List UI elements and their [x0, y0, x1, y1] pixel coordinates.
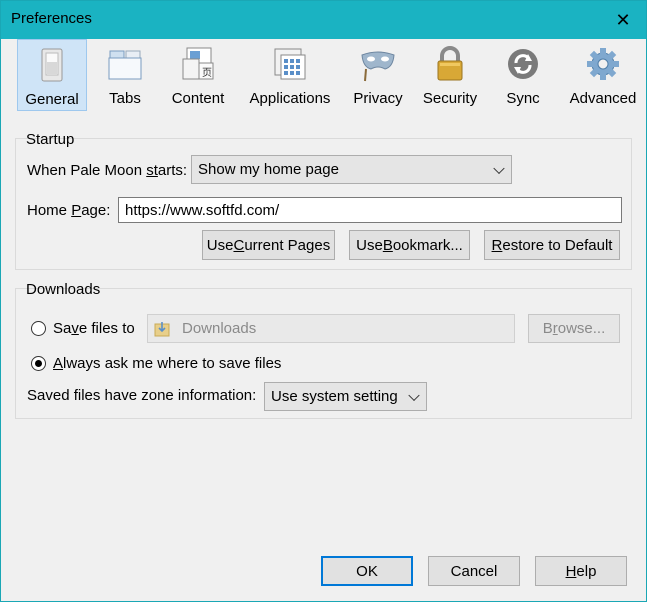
cancel-button[interactable]: Cancel [428, 556, 520, 586]
svg-text:页: 页 [202, 67, 212, 79]
home-page-label: Home Page: [27, 202, 111, 219]
zone-information-select[interactable]: Use system setting [264, 382, 427, 411]
use-bookmark-button[interactable]: Use Bookmark... [349, 230, 470, 260]
sync-icon [508, 49, 538, 79]
save-files-to-label: Save files to [53, 320, 135, 337]
tab-content[interactable]: 页 Content [167, 39, 229, 111]
padlock-icon [437, 46, 463, 81]
general-icon [41, 48, 63, 82]
preferences-toolbar: General Tabs 页 Content Applications Priv… [1, 39, 646, 111]
tabs-icon [108, 50, 142, 80]
startup-select[interactable]: Show my home page [191, 155, 512, 184]
title-bar: Preferences ✕ [1, 1, 646, 39]
tab-general[interactable]: General [17, 39, 87, 111]
browse-button[interactable]: Br owse... [528, 314, 620, 343]
restore-to-default-button[interactable]: Restore to Default [484, 230, 620, 260]
tab-applications[interactable]: Applications [243, 39, 337, 111]
zone-information-label: Saved files have zone information: [27, 387, 257, 404]
window-title: Preferences [11, 10, 92, 27]
startup-select-value: Show my home page [198, 161, 339, 178]
download-folder-icon [154, 321, 170, 336]
tab-advanced-label: Advanced [569, 90, 637, 107]
tab-privacy-label: Privacy [353, 90, 403, 107]
home-page-input[interactable]: https://www.softfd.com/ [118, 197, 622, 223]
chevron-down-icon [493, 162, 505, 174]
tab-tabs[interactable]: Tabs [95, 39, 155, 111]
tab-applications-label: Applications [249, 90, 331, 107]
save-files-to-radio[interactable] [31, 321, 46, 336]
applications-icon [274, 48, 306, 80]
downloads-group-label: Downloads [26, 281, 101, 298]
gear-icon [587, 48, 619, 80]
home-page-value: https://www.softfd.com/ [125, 201, 280, 219]
always-ask-label: Always ask me where to save files [53, 355, 282, 372]
tab-tabs-label: Tabs [109, 90, 141, 107]
tab-security-label: Security [422, 90, 478, 107]
tab-sync-label: Sync [506, 90, 540, 107]
preferences-window: Preferences ✕ General Tabs 页 Content App… [0, 0, 647, 602]
zone-information-value: Use system setting [271, 388, 398, 405]
ok-button[interactable]: OK [321, 556, 413, 586]
tab-general-label: General [25, 91, 79, 108]
always-ask-radio[interactable] [31, 356, 46, 371]
startup-group-label: Startup [26, 131, 75, 148]
tab-security[interactable]: Security [419, 39, 481, 111]
tab-content-label: Content [171, 90, 225, 107]
use-current-pages-button[interactable]: Use Current Pages [202, 230, 335, 260]
privacy-mask-icon [361, 51, 395, 82]
tab-privacy[interactable]: Privacy [349, 39, 407, 111]
close-icon[interactable]: ✕ [600, 1, 646, 39]
tab-sync[interactable]: Sync [497, 39, 549, 111]
tab-advanced[interactable]: Advanced [567, 39, 639, 111]
download-folder-field[interactable]: Downloads [147, 314, 515, 343]
help-button[interactable]: Help [535, 556, 627, 586]
download-folder-value: Downloads [182, 320, 257, 337]
when-starts-label: When Pale Moon starts: [27, 162, 188, 179]
chevron-down-icon [408, 389, 420, 401]
content-icon: 页 [182, 47, 214, 80]
